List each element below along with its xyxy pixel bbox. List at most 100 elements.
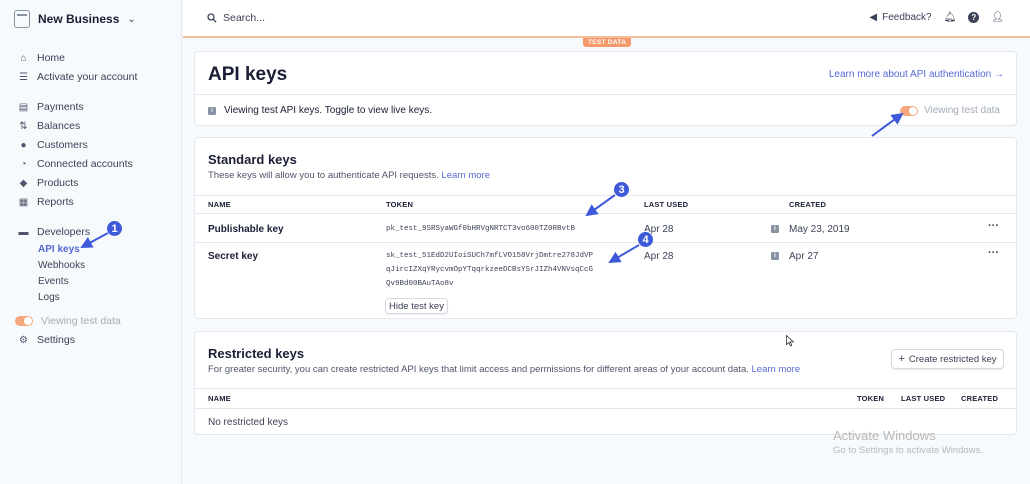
- annotation-marker-1: 1: [106, 220, 123, 237]
- hide-test-key-button[interactable]: Hide test key: [385, 298, 448, 314]
- windows-watermark-subtitle: Go to Settings to activate Windows.: [833, 445, 983, 456]
- column-header-name: NAME: [208, 200, 231, 209]
- activate-icon: ☰: [19, 71, 28, 83]
- sidebar-item-label: Viewing test data: [41, 315, 121, 327]
- business-name: New Business: [38, 12, 120, 26]
- sidebar-item-label: Developers: [37, 226, 91, 238]
- create-restricted-key-button[interactable]: + Create restricted key: [891, 349, 1004, 369]
- column-header-last-used: LAST USED: [644, 200, 689, 209]
- gear-icon: ⚙: [19, 334, 28, 346]
- sidebar-item-api-keys[interactable]: API keys: [38, 244, 80, 255]
- row-actions-button[interactable]: ···: [988, 247, 999, 259]
- restricted-keys-description: For greater security, you can create res…: [208, 364, 800, 375]
- sidebar-item-label: Home: [37, 52, 66, 64]
- business-logo-icon: [14, 10, 30, 28]
- top-bar: Search... ◀ Feedback? 🔔︎ ? 👤︎: [183, 0, 1030, 38]
- description-text: For greater security, you can create res…: [208, 364, 749, 375]
- windows-watermark-title: Activate Windows: [833, 428, 936, 443]
- sidebar-item-payments[interactable]: ▤ Payments: [18, 101, 84, 113]
- page-title: API keys: [208, 64, 288, 85]
- column-header-token: TOKEN: [386, 200, 414, 209]
- top-actions: ◀ Feedback? 🔔︎ ? 👤︎: [869, 12, 1004, 23]
- terminal-icon: ▬: [18, 226, 29, 238]
- button-label: Create restricted key: [908, 353, 997, 365]
- toggle-switch[interactable]: [900, 105, 919, 116]
- restricted-learn-more-link[interactable]: Learn more: [752, 364, 801, 375]
- sidebar-item-developers[interactable]: ▬ Developers: [18, 226, 91, 238]
- sidebar-item-events[interactable]: Events: [38, 276, 69, 287]
- payments-icon: ▤: [18, 101, 29, 113]
- sidebar-item-activate[interactable]: ☰ Activate your account: [18, 71, 137, 83]
- chevron-down-icon: ⌄: [127, 13, 136, 25]
- home-icon: ⌂: [20, 52, 27, 64]
- annotation-marker-4: 4: [637, 231, 654, 248]
- plus-icon: +: [898, 353, 905, 365]
- notice-text: Viewing test API keys. Toggle to view li…: [224, 105, 433, 116]
- help-icon[interactable]: ?: [968, 12, 980, 23]
- test-data-toggle-switch[interactable]: [15, 316, 33, 326]
- publishable-created: May 23, 2019: [789, 224, 850, 235]
- sidebar-item-connected-accounts[interactable]: ◔ Connected accounts: [18, 158, 133, 170]
- secret-created: Apr 27: [789, 251, 819, 262]
- sidebar-item-label: Payments: [37, 101, 84, 113]
- restricted-keys-card: Restricted keys For greater security, yo…: [194, 331, 1017, 435]
- sidebar-item-home[interactable]: ⌂ Home: [18, 52, 65, 64]
- sidebar-item-label: Activate your account: [37, 71, 138, 83]
- mouse-cursor-icon: [786, 335, 794, 347]
- sidebar-item-settings[interactable]: ⚙ Settings: [18, 334, 75, 346]
- sidebar-item-customers[interactable]: ● Customers: [18, 139, 88, 151]
- info-icon[interactable]: i: [771, 225, 779, 233]
- balances-icon: ⇅: [19, 120, 28, 132]
- sidebar: New Business ⌄ ⌂ Home ☰ Activate your ac…: [0, 0, 182, 484]
- learn-api-auth-link[interactable]: Learn more about API authentication →: [829, 69, 1004, 80]
- column-header-created: CREATED: [789, 200, 827, 209]
- restricted-empty-state: No restricted keys: [208, 417, 289, 428]
- standard-keys-title: Standard keys: [208, 152, 297, 167]
- search-icon: [207, 13, 217, 23]
- description-text: These keys will allow you to authenticat…: [208, 170, 439, 181]
- sidebar-item-label: Connected accounts: [37, 158, 133, 170]
- column-header-name: NAME: [208, 394, 231, 403]
- test-keys-notice: i Viewing test API keys. Toggle to view …: [208, 105, 432, 116]
- sidebar-item-products[interactable]: ◆ Products: [18, 177, 79, 189]
- publishable-key-token[interactable]: pk_test_9SRSyaWGf0bHRVgNRTCT3vo600TZ0RBv…: [386, 222, 575, 236]
- view-test-data-toggle[interactable]: Viewing test data: [900, 105, 1000, 116]
- row-actions-button[interactable]: ···: [988, 220, 999, 232]
- feedback-label: Feedback?: [882, 12, 932, 23]
- publishable-key-name: Publishable key: [208, 224, 284, 235]
- column-header-created: CREATED: [961, 394, 999, 403]
- annotation-marker-3: 3: [613, 181, 630, 198]
- info-icon[interactable]: i: [771, 252, 779, 260]
- toggle-label: Viewing test data: [924, 105, 1000, 116]
- feedback-button[interactable]: ◀ Feedback?: [869, 12, 931, 23]
- connected-accounts-icon: ◔: [20, 158, 27, 170]
- bell-icon[interactable]: 🔔︎: [944, 12, 957, 23]
- standard-learn-more-link[interactable]: Learn more: [441, 170, 490, 181]
- search-placeholder: Search...: [223, 12, 266, 24]
- info-icon: i: [208, 106, 216, 115]
- sidebar-item-reports[interactable]: ▦ Reports: [18, 196, 74, 208]
- search-input[interactable]: Search...: [207, 12, 265, 24]
- secret-key-token-line-1[interactable]: sk_test_51EdD2UIoiSUCh7mfLVO158VrjDmtre2…: [386, 249, 593, 263]
- secret-last-used: Apr 28: [644, 251, 674, 262]
- customers-icon: ●: [20, 139, 27, 151]
- sidebar-item-label: Settings: [37, 334, 75, 346]
- standard-keys-card: Standard keys These keys will allow you …: [194, 137, 1017, 319]
- test-data-badge: TEST DATA: [583, 38, 632, 47]
- secret-key-name: Secret key: [208, 251, 259, 262]
- column-header-last-used: LAST USED: [901, 394, 946, 403]
- megaphone-icon: ◀: [869, 12, 878, 23]
- secret-key-token-line-3[interactable]: Qv9Bd00BAuTAo8v: [386, 277, 454, 291]
- secret-key-token-line-2[interactable]: qJircIZXqYRycvmOpYTqqrkzeeDCBsYSrJIZh4VN…: [386, 263, 593, 277]
- sidebar-item-label: Customers: [37, 139, 88, 151]
- sidebar-item-webhooks[interactable]: Webhooks: [38, 260, 85, 271]
- api-keys-header-card: API keys Learn more about API authentica…: [194, 51, 1017, 126]
- user-icon[interactable]: 👤︎: [991, 12, 1004, 23]
- products-icon: ◆: [19, 177, 28, 189]
- sidebar-item-label: Reports: [37, 196, 74, 208]
- sidebar-item-label: Balances: [37, 120, 81, 132]
- account-switcher[interactable]: New Business ⌄: [14, 10, 136, 28]
- sidebar-item-logs[interactable]: Logs: [38, 292, 60, 303]
- sidebar-item-balances[interactable]: ⇅ Balances: [18, 120, 80, 132]
- sidebar-test-data-toggle[interactable]: Viewing test data: [15, 315, 121, 327]
